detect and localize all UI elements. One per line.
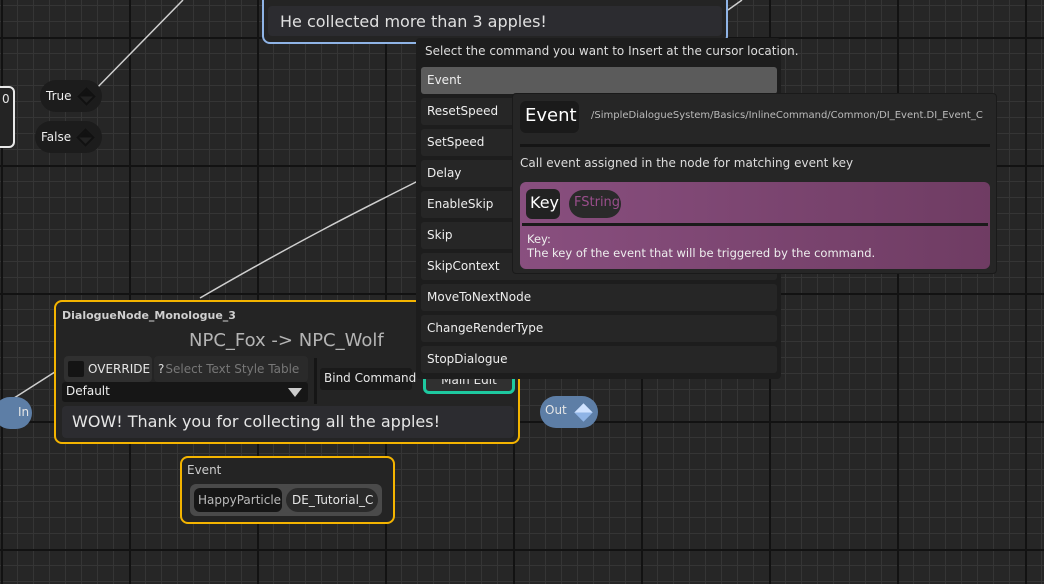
override-toggle[interactable]: OVERRIDE (64, 356, 152, 382)
event-class-pill[interactable]: DE_Tutorial_C (286, 488, 378, 512)
event-node[interactable]: Event HappyParticle DE_Tutorial_C (180, 456, 395, 524)
parameter-box: Key FString Key: The key of the event tha… (520, 182, 990, 269)
param-name: Key (526, 189, 560, 219)
bind-command-button[interactable]: Bind Command (320, 368, 416, 390)
speaker-label: NPC_Fox -> NPC_Wolf (189, 330, 384, 351)
event-row: HappyParticle DE_Tutorial_C (190, 484, 382, 516)
false-pin[interactable]: False (35, 121, 102, 153)
wire-link (199, 174, 431, 299)
in-label: In (18, 405, 30, 419)
exec-pin-icon (574, 403, 593, 422)
false-label: False (41, 130, 72, 144)
param-desc-title: Key: (527, 232, 551, 246)
tooltip-description: Call event assigned in the node for matc… (520, 156, 854, 170)
command-tooltip: Event /SimpleDialogueSystem/Basics/Inlin… (512, 93, 997, 274)
style-table-placeholder: Select Text Style Table (165, 362, 300, 376)
tooltip-command-name: Event (520, 101, 579, 133)
in-pin[interactable]: In (0, 397, 32, 429)
menu-item-changerendertype[interactable]: ChangeRenderType (421, 315, 777, 342)
exec-pin-icon (76, 86, 96, 106)
dialogue-text-field[interactable]: WOW! Thank you for collecting all the ap… (62, 406, 514, 438)
style-dropdown-value: Default (66, 384, 110, 398)
override-checkbox[interactable] (68, 361, 84, 377)
help-icon: ? (158, 362, 165, 376)
wire-true (89, 0, 184, 96)
tooltip-path: /SimpleDialogueSystem/Basics/InlineComma… (591, 110, 983, 121)
true-pin[interactable]: True (40, 80, 102, 112)
node-title: DialogueNode_Monologue_3 (62, 309, 236, 322)
divider (520, 144, 990, 147)
top-node-text[interactable]: He collected more than 3 apples! (268, 6, 722, 36)
menu-header: Select the command you want to Insert at… (425, 44, 799, 58)
left-node[interactable]: 0 (0, 86, 15, 148)
menu-item-stopdialogue[interactable]: StopDialogue (421, 346, 777, 373)
true-label: True (46, 89, 72, 103)
param-type: FString (569, 190, 621, 218)
event-key-field[interactable]: HappyParticle (194, 488, 282, 512)
style-dropdown[interactable]: Default (62, 382, 308, 402)
override-label: OVERRIDE (88, 362, 151, 376)
event-node-title: Event (187, 463, 222, 477)
menu-item-event[interactable]: Event (421, 67, 777, 94)
text-style-table-picker[interactable]: ? Select Text Style Table (154, 356, 308, 382)
param-description: Key: The key of the event that will be tr… (527, 232, 875, 260)
left-node-label: 0 (2, 92, 10, 106)
exec-pin-icon (76, 127, 95, 147)
menu-item-movetonextnode[interactable]: MoveToNextNode (421, 284, 777, 311)
out-pin[interactable]: Out (540, 396, 598, 428)
out-label: Out (545, 403, 567, 417)
param-desc-text: The key of the event that will be trigge… (527, 246, 876, 260)
chevron-down-icon (288, 388, 302, 397)
wire-top (727, 0, 743, 11)
divider (522, 223, 988, 226)
divider (314, 358, 317, 404)
